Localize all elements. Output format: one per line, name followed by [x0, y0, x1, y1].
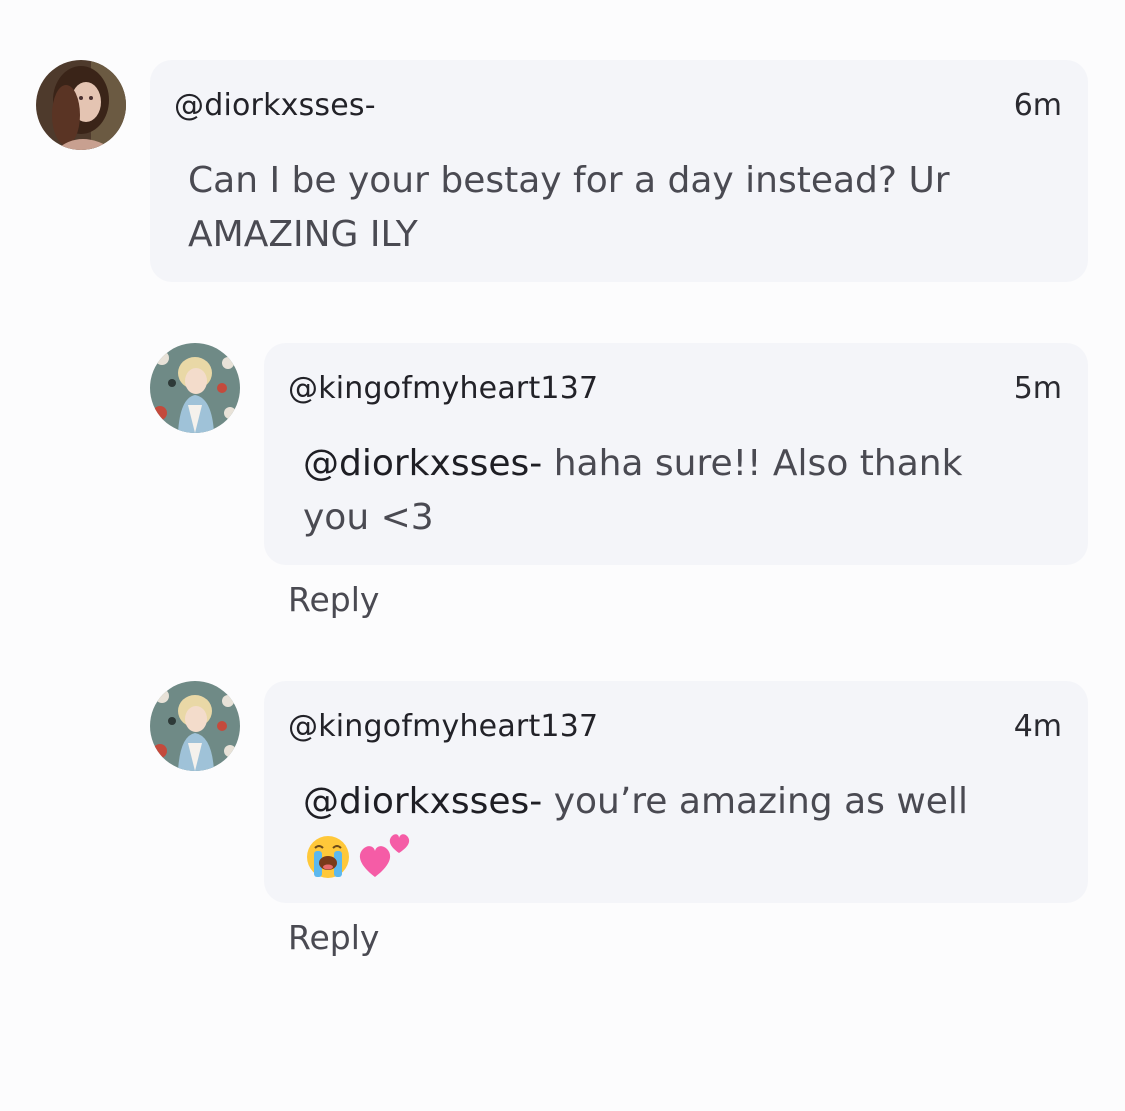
mention-link[interactable]: @diorkxsses-: [303, 443, 542, 484]
comment-text-content: Can I be your bestay for a day instead? …: [188, 160, 950, 255]
comment-text-content: you’re amazing as well: [542, 781, 968, 822]
comment-timestamp: 4m: [1013, 709, 1062, 744]
profile-photo-cartoon-icon: [150, 681, 240, 771]
comment-username[interactable]: @kingofmyheart137: [288, 709, 598, 744]
loudly-crying-face-icon: [303, 832, 353, 898]
comment-timestamp: 6m: [1013, 88, 1062, 123]
reply-button[interactable]: Reply: [288, 918, 379, 957]
comment-bubble: @kingofmyheart137 5m @diorkxsses- haha s…: [264, 343, 1088, 565]
comment-username[interactable]: @kingofmyheart137: [288, 371, 598, 406]
two-hearts-icon: [355, 829, 415, 900]
comment-text: @diorkxsses- you’re amazing as well: [303, 775, 1033, 900]
avatar[interactable]: [36, 60, 126, 150]
comment-text: Can I be your bestay for a day instead? …: [188, 154, 1048, 262]
comment-bubble: @diorkxsses- 6m Can I be your bestay for…: [150, 60, 1088, 282]
reply-button[interactable]: Reply: [288, 580, 379, 619]
mention-link[interactable]: @diorkxsses-: [303, 781, 542, 822]
comment-username[interactable]: @diorkxsses-: [174, 88, 376, 123]
profile-photo-cartoon-icon: [150, 343, 240, 433]
profile-photo-woman-icon: [36, 60, 126, 150]
avatar[interactable]: [150, 343, 240, 433]
comment-text: @diorkxsses- haha sure!! Also thank you …: [303, 437, 1023, 545]
avatar[interactable]: [150, 681, 240, 771]
comment-timestamp: 5m: [1013, 371, 1062, 406]
comment-bubble: @kingofmyheart137 4m @diorkxsses- you’re…: [264, 681, 1088, 903]
